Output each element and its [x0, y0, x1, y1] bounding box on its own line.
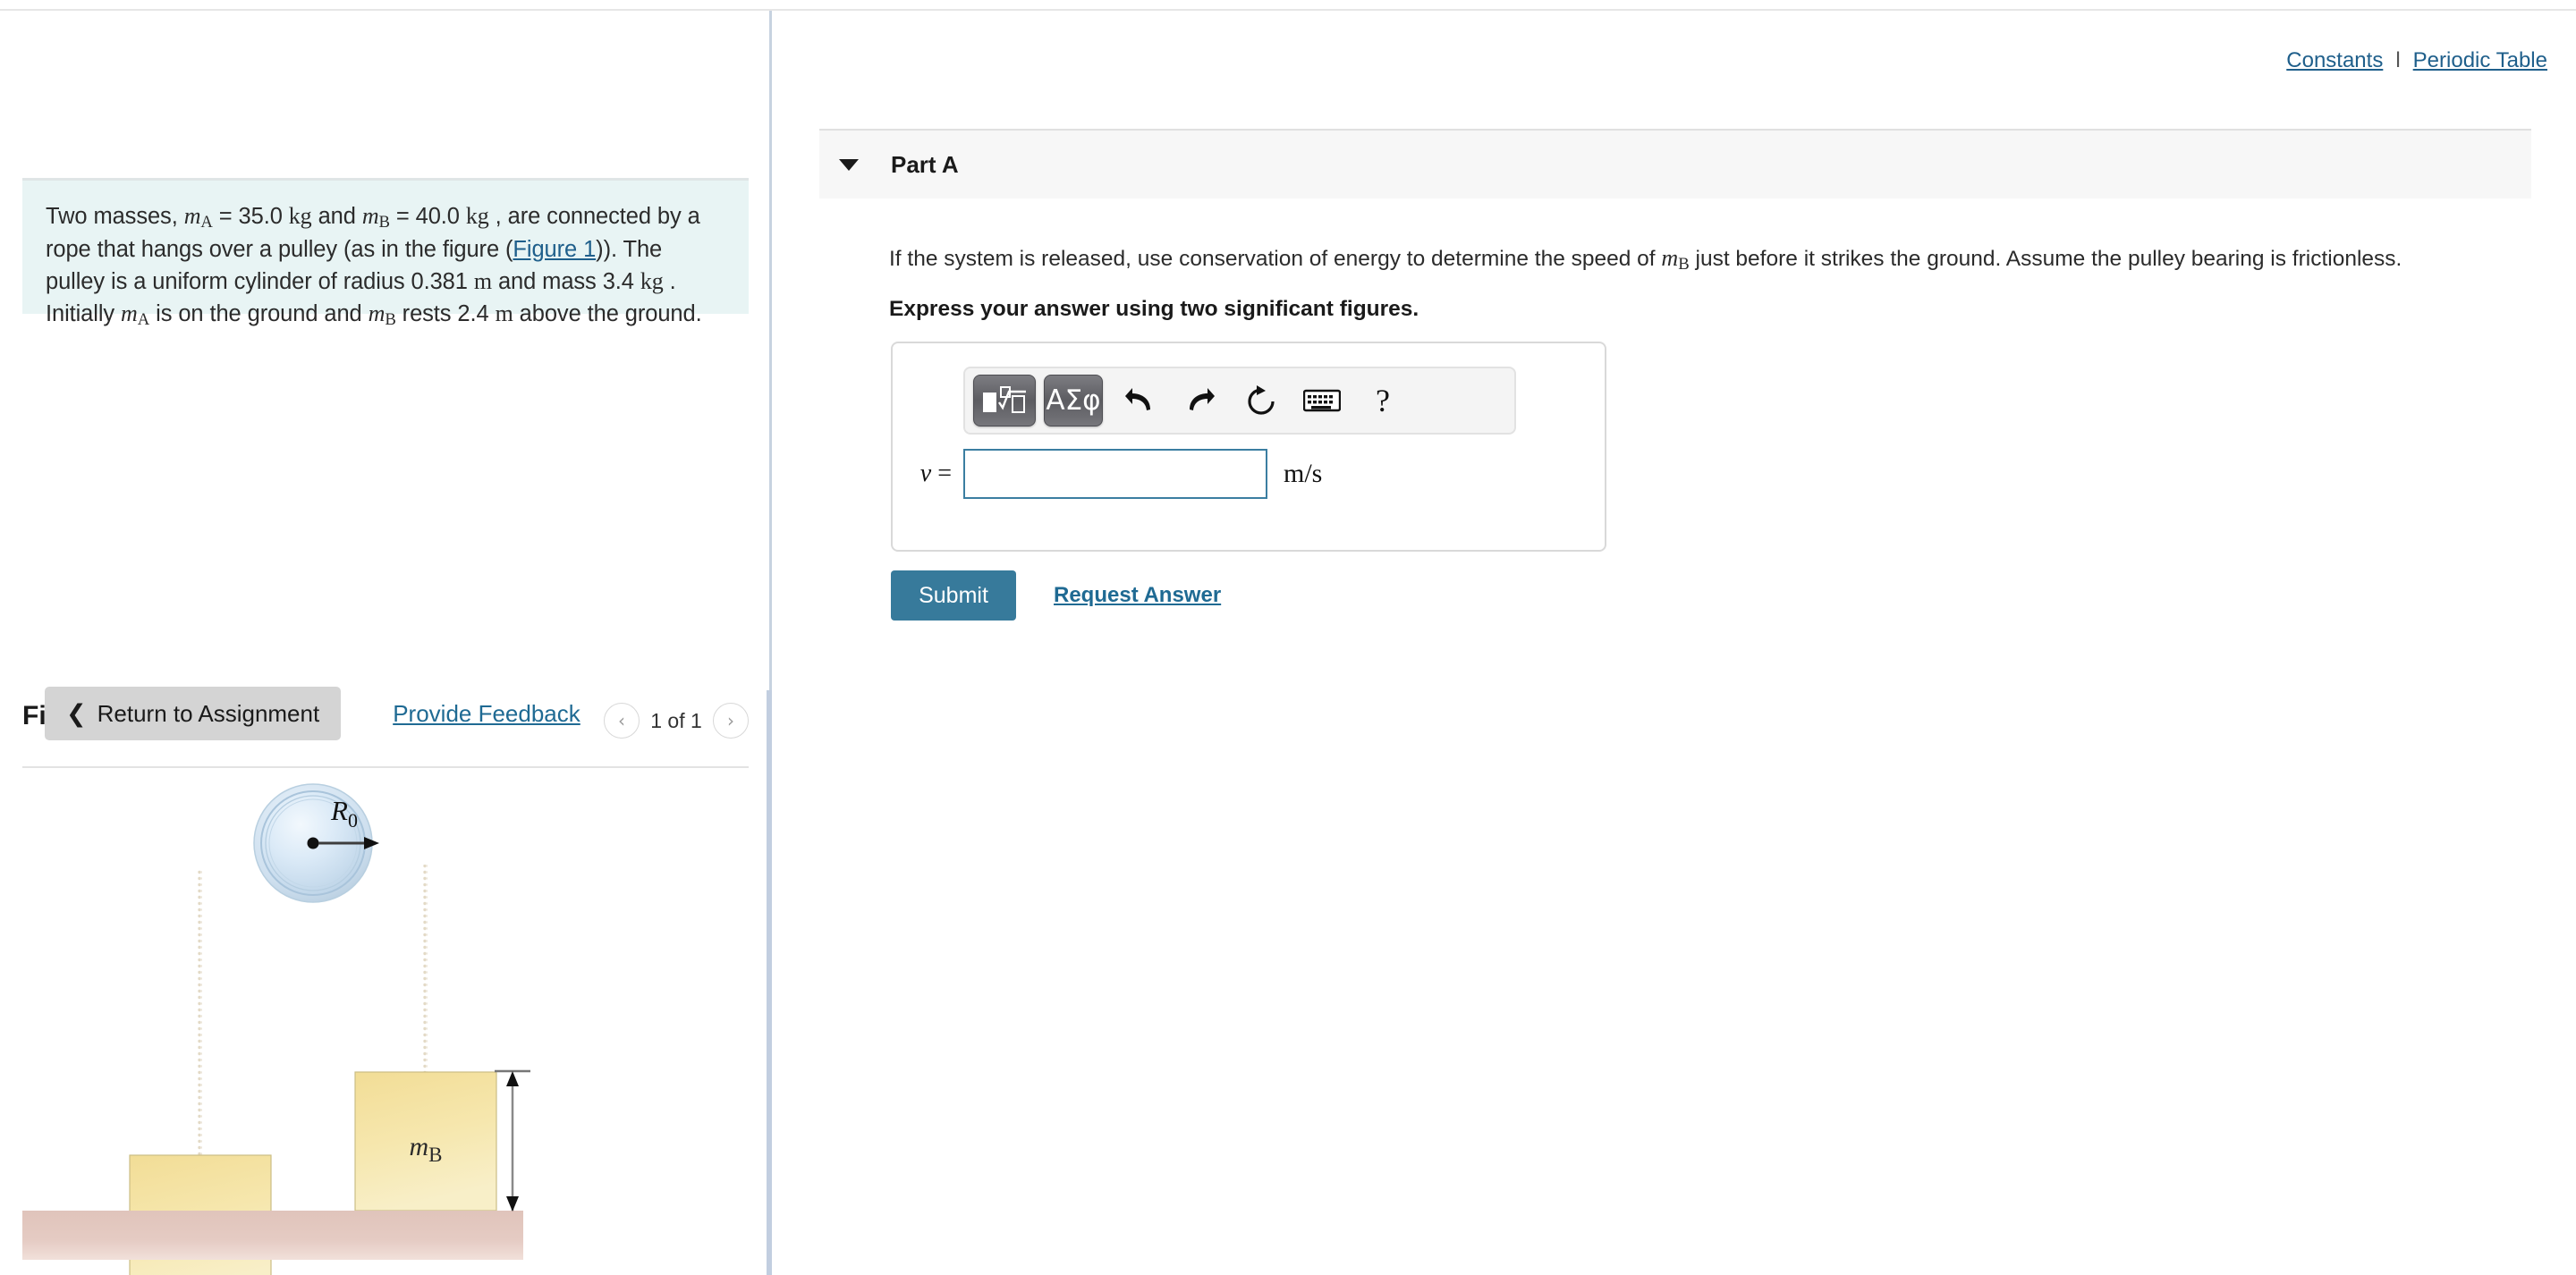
answer-input-row: v = m/s	[893, 449, 1608, 499]
keyboard-glyph	[1303, 389, 1341, 412]
question-seg-2: just before it strikes the ground. Assum…	[1689, 247, 2402, 271]
problem-text-seg-1: Two masses,	[46, 204, 184, 229]
link-separator: l	[2395, 48, 2401, 72]
page-root: Two masses, mA = 35.0 kg and mB = 40.0 k…	[0, 0, 2576, 1275]
figure-prev-button[interactable]: ‹	[604, 703, 640, 739]
answer-input[interactable]	[963, 449, 1267, 499]
request-answer-link[interactable]: Request Answer	[1054, 583, 1221, 608]
problem-statement-text: Two masses, mA = 35.0 kg and mB = 40.0 k…	[22, 181, 749, 331]
utility-links: Constants l Periodic Table	[2286, 48, 2547, 73]
pulley-system-svg: R0 mB mA	[22, 783, 530, 1275]
unit-kg-2: kg	[465, 203, 489, 229]
math-template-icon[interactable]	[973, 375, 1036, 426]
problem-text-seg-2: = 35.0	[212, 204, 289, 229]
pulley-center-dot	[307, 837, 319, 849]
figure-divider	[22, 766, 749, 768]
mass-a-symbol-2: mA	[121, 300, 150, 329]
sqrt-template-glyph	[983, 386, 1026, 413]
periodic-table-link[interactable]: Periodic Table	[2413, 48, 2547, 73]
right-answer-panel: Constants l Periodic Table Part A	[775, 11, 2576, 1275]
mass-b-symbol-2: mB	[368, 300, 396, 329]
left-problem-panel: Two masses, mA = 35.0 kg and mB = 40.0 k…	[0, 11, 769, 1275]
chevron-left-icon: ❮	[66, 699, 87, 728]
problem-text-seg-9: is on the ground and	[149, 300, 369, 326]
unit-kg-3: kg	[640, 267, 664, 294]
bottom-actions: ❮ Return to Assignment Provide Feedback	[45, 687, 580, 740]
undo-arrow-glyph	[1125, 388, 1150, 410]
greek-symbols-button[interactable]: ΑΣφ	[1044, 375, 1103, 426]
answer-unit-label: m/s	[1284, 459, 1323, 488]
unit-m-2: m	[495, 300, 513, 326]
undo-icon[interactable]	[1115, 375, 1164, 426]
problem-text-seg-3: and	[311, 204, 362, 229]
chevron-down-icon[interactable]	[839, 158, 859, 171]
problem-text-seg-7: and mass 3.4	[491, 268, 640, 294]
math-editor-toolbar: ΑΣφ ?	[963, 367, 1516, 435]
rope-right	[423, 865, 428, 1072]
help-icon[interactable]: ?	[1359, 375, 1407, 426]
redo-icon[interactable]	[1176, 375, 1224, 426]
problem-statement-box: Two masses, mA = 35.0 kg and mB = 40.0 k…	[22, 178, 749, 329]
submit-button[interactable]: Submit	[891, 570, 1016, 621]
height-dimension-arrow	[495, 1069, 530, 1212]
provide-feedback-link[interactable]: Provide Feedback	[393, 700, 580, 728]
question-seg-1: If the system is released, use conservat…	[889, 247, 1662, 271]
part-title: Part A	[891, 150, 959, 178]
question-prompt: If the system is released, use conservat…	[889, 242, 2555, 276]
unit-m-1: m	[473, 267, 492, 294]
mass-b-symbol: mB	[361, 203, 390, 232]
question-mass-b-symbol: mB	[1661, 245, 1690, 274]
problem-text-seg-10: rests 2.4	[395, 300, 496, 326]
redo-arrow-glyph	[1190, 388, 1215, 410]
rope-left	[198, 869, 202, 1155]
figure-next-button[interactable]: ›	[713, 703, 749, 739]
panel-divider	[769, 11, 772, 690]
answer-entry-box: ΑΣφ ? v = m/s	[891, 342, 1606, 552]
constants-link[interactable]: Constants	[2286, 48, 2383, 73]
panel-resize-handle[interactable]	[767, 690, 772, 1275]
return-to-assignment-button[interactable]: ❮ Return to Assignment	[45, 687, 342, 740]
ground-surface	[22, 1211, 523, 1260]
figure-page-label: 1 of 1	[650, 708, 702, 732]
answer-variable-label: v =	[919, 460, 952, 487]
unit-kg-1: kg	[288, 203, 312, 229]
reset-circular-arrow-glyph	[1248, 385, 1275, 415]
answer-instruction: Express your answer using two significan…	[889, 297, 1419, 321]
part-a-header[interactable]: Part A	[819, 129, 2531, 198]
problem-text-seg-4: = 40.0	[389, 204, 466, 229]
submit-actions: Submit Request Answer	[891, 570, 1221, 621]
problem-text-seg-11: above the ground.	[513, 300, 702, 326]
pulley: R0	[253, 783, 379, 903]
block-mass-b: mB	[354, 1071, 497, 1212]
keyboard-icon[interactable]	[1298, 375, 1346, 426]
reset-icon[interactable]	[1237, 375, 1285, 426]
figure-1-link[interactable]: Figure 1	[513, 237, 596, 262]
mass-a-symbol: mA	[183, 203, 213, 232]
return-button-label: Return to Assignment	[97, 699, 320, 727]
figure-pagination: ‹ 1 of 1 ›	[604, 703, 749, 739]
figure-diagram: R0 mB mA	[22, 775, 749, 1275]
